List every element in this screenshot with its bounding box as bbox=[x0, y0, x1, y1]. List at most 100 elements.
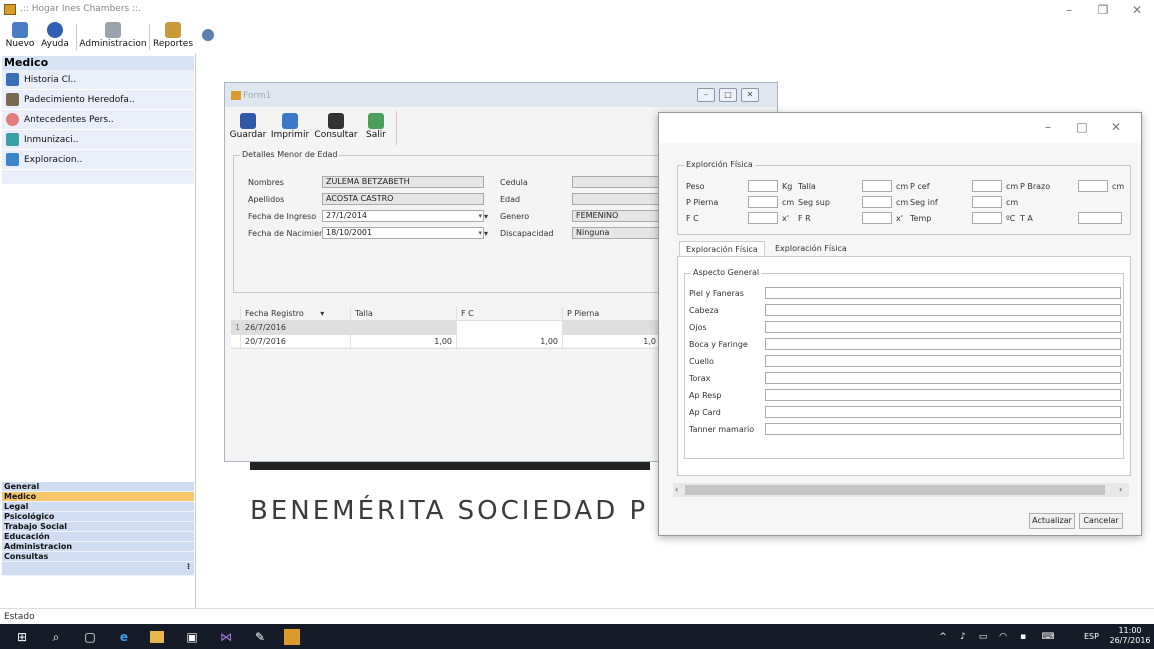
status-bar: Estado bbox=[0, 608, 1154, 624]
nacimiento-date[interactable]: 18/10/2001 ▾ bbox=[322, 227, 484, 239]
temp-input[interactable] bbox=[972, 212, 1002, 224]
category-trabajo-social[interactable]: Trabajo Social bbox=[2, 522, 194, 532]
discapacidad-select[interactable]: Ninguna bbox=[572, 227, 672, 239]
form1-maximize-icon[interactable]: □ bbox=[719, 88, 737, 102]
cell[interactable] bbox=[351, 321, 457, 335]
task-view-icon[interactable]: ▢ bbox=[82, 629, 98, 645]
p-brazo-input[interactable] bbox=[1078, 180, 1108, 192]
dialog-close-icon[interactable]: ✕ bbox=[1101, 119, 1131, 135]
administracion-button[interactable]: Administracion bbox=[78, 22, 148, 52]
sidebar-item-inmunizacion[interactable]: Inmunizaci.. bbox=[2, 130, 194, 150]
ap-resp-input[interactable] bbox=[765, 389, 1121, 401]
refresh-icon[interactable] bbox=[202, 29, 214, 41]
genero-select[interactable]: FEMENINO bbox=[572, 210, 672, 222]
windows-start-icon[interactable]: ⊞ bbox=[14, 629, 30, 645]
imprimir-button[interactable]: Imprimir bbox=[269, 113, 311, 143]
form1-minimize-icon[interactable]: – bbox=[697, 88, 715, 102]
cell[interactable]: 26/7/2016 bbox=[241, 321, 351, 335]
sidebar-item-padecimiento[interactable]: Padecimiento Heredofa.. bbox=[2, 90, 194, 110]
column-fc[interactable]: F C bbox=[457, 307, 563, 321]
file-explorer-icon[interactable] bbox=[150, 631, 164, 643]
close-icon[interactable]: ✕ bbox=[1122, 2, 1152, 18]
salir-button[interactable]: Salir bbox=[361, 113, 391, 143]
ta-input[interactable] bbox=[1078, 212, 1122, 224]
edad-field[interactable] bbox=[572, 193, 672, 205]
overflow-icon[interactable]: ⁝ bbox=[2, 562, 194, 576]
nombres-field[interactable]: ZULEMA BETZABETH bbox=[322, 176, 484, 188]
cell[interactable]: 20/7/2016 bbox=[241, 335, 351, 349]
ingreso-date[interactable]: 27/1/2014 ▾ bbox=[322, 210, 484, 222]
column-fecha-registro[interactable]: Fecha Registro ▾ bbox=[241, 307, 351, 321]
boca-input[interactable] bbox=[765, 338, 1121, 350]
category-psicologico[interactable]: Psicológico bbox=[2, 512, 194, 522]
form1-close-icon[interactable]: ✕ bbox=[741, 88, 759, 102]
peso-input[interactable] bbox=[748, 180, 778, 192]
p-pierna-input[interactable] bbox=[748, 196, 778, 208]
scroll-left-icon[interactable]: ‹ bbox=[675, 485, 678, 494]
dropdown-icon[interactable]: ▾ bbox=[478, 211, 482, 221]
scroll-right-icon[interactable]: › bbox=[1119, 485, 1122, 494]
consultar-button[interactable]: Consultar bbox=[313, 113, 359, 143]
talla-input[interactable] bbox=[862, 180, 892, 192]
volume-icon[interactable]: ♪ bbox=[955, 629, 971, 645]
piel-input[interactable] bbox=[765, 287, 1121, 299]
sidebar-item-exploracion[interactable]: Exploracion.. bbox=[2, 150, 194, 170]
fr-input[interactable] bbox=[862, 212, 892, 224]
tab-exploracion-2[interactable]: Exploración Física 2 bbox=[769, 241, 859, 269]
reportes-button[interactable]: Reportes bbox=[150, 22, 196, 52]
tab-exploracion-1[interactable]: Exploración Física 1 bbox=[679, 241, 765, 270]
apellidos-field[interactable]: ACOSTA CASTRO bbox=[322, 193, 484, 205]
category-medico[interactable]: Medico bbox=[2, 492, 194, 502]
edge-icon[interactable]: e bbox=[116, 629, 132, 645]
cabeza-input[interactable] bbox=[765, 304, 1121, 316]
sidebar-item-antecedentes[interactable]: Antecedentes Pers.. bbox=[2, 110, 194, 130]
dropdown-icon[interactable]: ▾ bbox=[484, 212, 488, 221]
cell[interactable]: 1,00 bbox=[457, 335, 563, 349]
battery-icon[interactable]: ▭ bbox=[975, 629, 991, 645]
minimize-icon[interactable]: – bbox=[1054, 2, 1084, 18]
category-general[interactable]: General bbox=[2, 482, 194, 492]
dropdown-icon[interactable]: ▾ bbox=[484, 229, 488, 238]
store-icon[interactable]: ▣ bbox=[184, 629, 200, 645]
cell[interactable]: 1,00 bbox=[351, 335, 457, 349]
sidebar-item-historia[interactable]: Historia Cl.. bbox=[2, 70, 194, 90]
nuevo-button[interactable]: Nuevo bbox=[4, 22, 36, 52]
fc-input[interactable] bbox=[748, 212, 778, 224]
dialog-maximize-icon[interactable]: □ bbox=[1067, 119, 1097, 135]
clock[interactable]: 11:00 26/7/2016 bbox=[1108, 626, 1152, 646]
p-cef-input[interactable] bbox=[972, 180, 1002, 192]
language-indicator[interactable]: ESP bbox=[1084, 632, 1099, 641]
dropdown-icon[interactable]: ▾ bbox=[478, 228, 482, 238]
chevron-up-icon[interactable]: ^ bbox=[935, 629, 951, 645]
seg-sup-input[interactable] bbox=[862, 196, 892, 208]
cedula-field[interactable] bbox=[572, 176, 672, 188]
cancelar-button[interactable]: Cancelar bbox=[1079, 513, 1123, 529]
search-icon[interactable]: ⌕ bbox=[48, 629, 64, 645]
cuello-input[interactable] bbox=[765, 355, 1121, 367]
guardar-button[interactable]: Guardar bbox=[229, 113, 267, 143]
actualizar-button[interactable]: Actualizar bbox=[1029, 513, 1075, 529]
cell[interactable] bbox=[457, 321, 563, 335]
visual-studio-icon[interactable]: ⋈ bbox=[218, 629, 234, 645]
category-educacion[interactable]: Educación bbox=[2, 532, 194, 542]
category-consultas[interactable]: Consultas bbox=[2, 552, 194, 562]
maximize-icon[interactable]: ❐ bbox=[1088, 2, 1118, 18]
notification-icon[interactable]: ▪ bbox=[1015, 629, 1031, 645]
category-administracion[interactable]: Administracion bbox=[2, 542, 194, 552]
column-talla[interactable]: Talla bbox=[351, 307, 457, 321]
cell[interactable]: 1,0 bbox=[563, 335, 661, 349]
horizontal-scrollbar[interactable]: ‹ › bbox=[673, 483, 1129, 497]
seg-inf-input[interactable] bbox=[972, 196, 1002, 208]
keyboard-icon[interactable]: ⌨ bbox=[1040, 629, 1056, 645]
app-tool-icon[interactable]: ✎ bbox=[252, 629, 268, 645]
ojos-input[interactable] bbox=[765, 321, 1121, 333]
ap-card-input[interactable] bbox=[765, 406, 1121, 418]
app-taskbar-icon[interactable] bbox=[284, 629, 300, 645]
tanner-input[interactable] bbox=[765, 423, 1121, 435]
dialog-minimize-icon[interactable]: – bbox=[1033, 119, 1063, 135]
wifi-icon[interactable]: ◠ bbox=[995, 629, 1011, 645]
ayuda-button[interactable]: Ayuda bbox=[36, 22, 74, 52]
torax-input[interactable] bbox=[765, 372, 1121, 384]
scroll-thumb[interactable] bbox=[685, 485, 1105, 495]
category-legal[interactable]: Legal bbox=[2, 502, 194, 512]
